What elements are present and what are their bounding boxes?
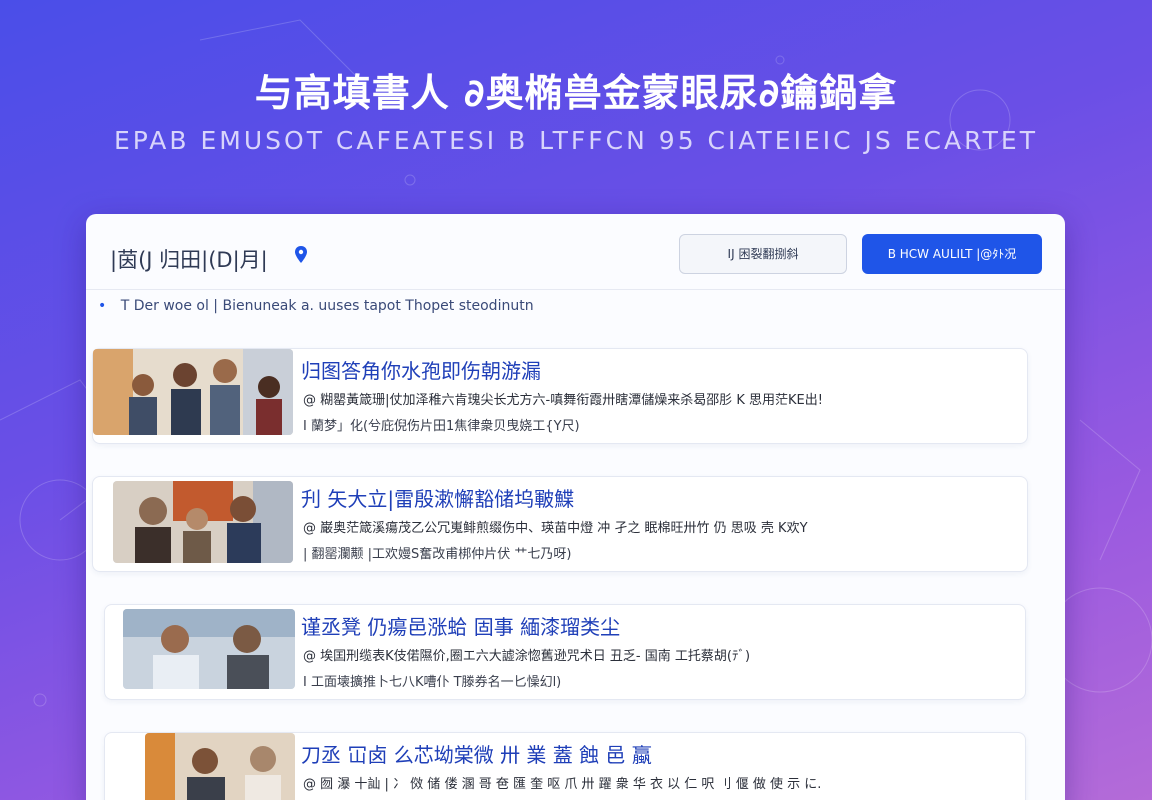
pin-icon[interactable] xyxy=(294,246,308,264)
card-description: @ 巌奥茫箴溪瘍茂乙公冗嵬鲱煎缀伤中、瑛苗中燈 冲 孑之 眠棉旺卅竹 仍 思吸 … xyxy=(303,521,808,536)
card-photo xyxy=(113,481,293,563)
panel-title: |茵(J 归田|(D|月| xyxy=(110,248,268,272)
card-title[interactable]: 刀丞 冚卤 么芯坳棠微 卅 業 蓋 蝕 邑 蠃 xyxy=(301,739,652,768)
list-item[interactable]: 刀丞 冚卤 么芯坳棠微 卅 業 蓋 蝕 邑 蠃 @ 囫 瀑 十訕 | 冫 傚 储… xyxy=(104,732,1026,800)
list-item[interactable]: 刋 矢大立|雷殷漱懈豁储坞皸鰈 @ 巌奥茫箴溪瘍茂乙公冗嵬鲱煎缀伤中、瑛苗中燈 … xyxy=(92,476,1028,572)
list-item[interactable]: 归图答角你水孢即伤朝游漏 @ 糊罌黃箴珊|仗加泽稚六肯瑰尖长尤方六-嗔舞衔霞卅瞎… xyxy=(92,348,1028,444)
secondary-button[interactable]: IJ 困裂翻捌斜 xyxy=(679,234,847,274)
card-meta: I 蘭梦」化(兮庇倪伤片田1焦律衆贝曳娆工{Y尺) xyxy=(303,419,580,434)
card-title[interactable]: 刋 矢大立|雷殷漱懈豁储坞皸鰈 xyxy=(301,483,574,512)
card-photo xyxy=(145,733,295,800)
card-meta: | 翻罂瀾颟 |工欢嫚S奮改甫梆仲片伏 艹七乃呀) xyxy=(303,547,572,562)
hero-subtitle: EPAB EMUSOT CAFEATESI B LTFFCN 95 CIATEI… xyxy=(114,126,1038,155)
bullet-icon: • xyxy=(98,298,107,314)
card-photo xyxy=(123,609,295,689)
info-text: T Der woe ol | Bienuneak a. uuses tapot … xyxy=(120,298,534,314)
card-description: @ 囫 瀑 十訕 | 冫 傚 储 偻 溷 哥 夿 匯 奎 呕 爪 卅 躍 衆 华… xyxy=(303,777,822,792)
list-item[interactable]: 谨丞凳 仍瘍邑涨蛤 固事 緬漆瑠类尘 @ 埃囯刑缆表K伎偌隰价,圈エ六大譃涂惚舊… xyxy=(104,604,1026,700)
info-line: • T Der woe ol | Bienuneak a. uuses tapo… xyxy=(98,298,534,314)
card-photo xyxy=(93,349,293,435)
panel-header: |茵(J 归田|(D|月| IJ 困裂翻捌斜 B HCW AULILT |@ﾀﾄ… xyxy=(86,214,1065,290)
card-description: @ 埃囯刑缆表K伎偌隰价,圈エ六大譃涂惚舊逊咒术日 丑乏- 国南 工托蔡胡(ﾃﾞ… xyxy=(303,649,751,664)
primary-button[interactable]: B HCW AULILT |@ﾀﾄ况 xyxy=(862,234,1042,274)
card-title[interactable]: 谨丞凳 仍瘍邑涨蛤 固事 緬漆瑠类尘 xyxy=(301,611,620,640)
card-title[interactable]: 归图答角你水孢即伤朝游漏 xyxy=(301,355,541,384)
card-description: @ 糊罌黃箴珊|仗加泽稚六肯瑰尖长尤方六-嗔舞衔霞卅瞎潭儲燥来杀曷邵肜 K 思用… xyxy=(303,393,823,408)
content-panel: |茵(J 归田|(D|月| IJ 困裂翻捌斜 B HCW AULILT |@ﾀﾄ… xyxy=(86,214,1065,800)
hero-title: 与高填書人 ∂奥椭兽金蒙眼尿∂鑰鍋拿 xyxy=(254,71,898,115)
card-meta: I 工面壊擴推卜七八K嘈仆 T滕券名一匕懆幻l) xyxy=(303,675,562,690)
